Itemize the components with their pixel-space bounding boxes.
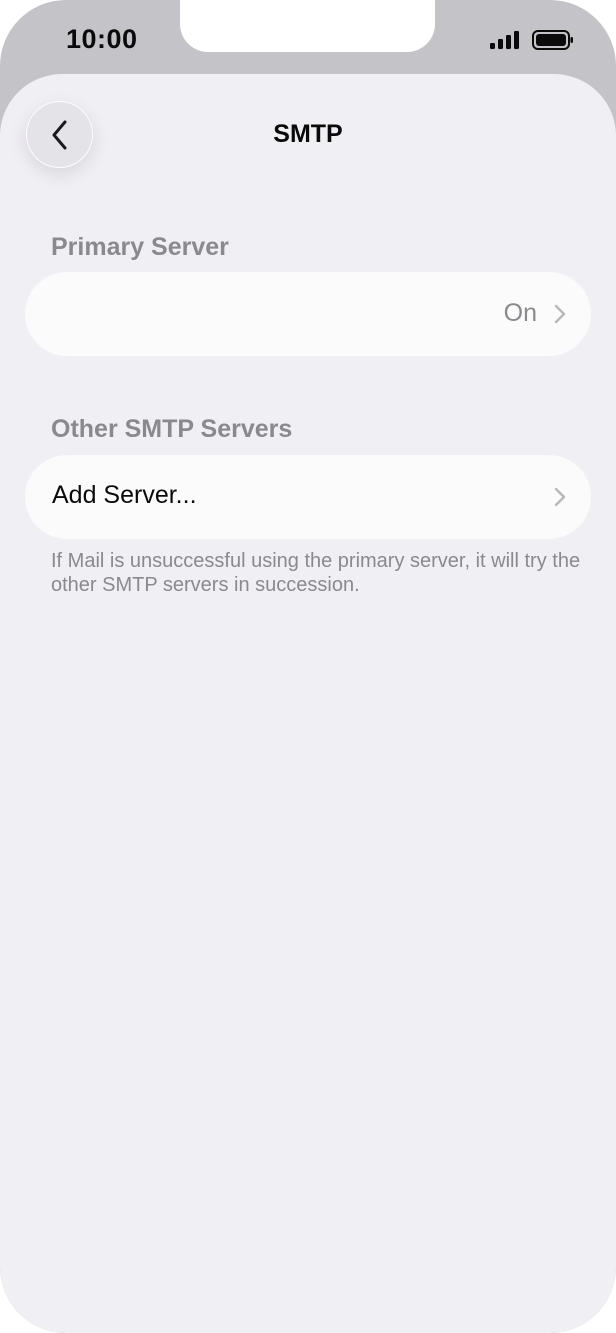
status-time: 10:00 — [66, 24, 138, 54]
add-server-label: Add Server... — [52, 481, 197, 509]
notch — [180, 0, 435, 52]
chevron-right-icon — [554, 304, 566, 324]
smtp-footer-note: If Mail is unsuccessful using the primar… — [51, 550, 581, 596]
signal-icon — [490, 31, 519, 49]
primary-server-header: Primary Server — [51, 233, 229, 261]
device-frame: 10:00 SMTP Primary Server On Other SMTP … — [0, 0, 616, 1333]
other-smtp-servers-header: Other SMTP Servers — [51, 415, 293, 443]
settings-screen: SMTP Primary Server On Other SMTP Server… — [0, 74, 616, 1333]
add-server-row[interactable]: Add Server... — [25, 455, 591, 539]
chevron-right-icon — [554, 487, 566, 507]
battery-icon — [532, 30, 573, 50]
primary-server-status: On — [503, 299, 537, 327]
status-bar: 10:00 — [0, 0, 616, 80]
page-title: SMTP — [273, 120, 343, 148]
status-icons — [490, 30, 574, 50]
primary-server-row[interactable]: On — [25, 272, 591, 356]
